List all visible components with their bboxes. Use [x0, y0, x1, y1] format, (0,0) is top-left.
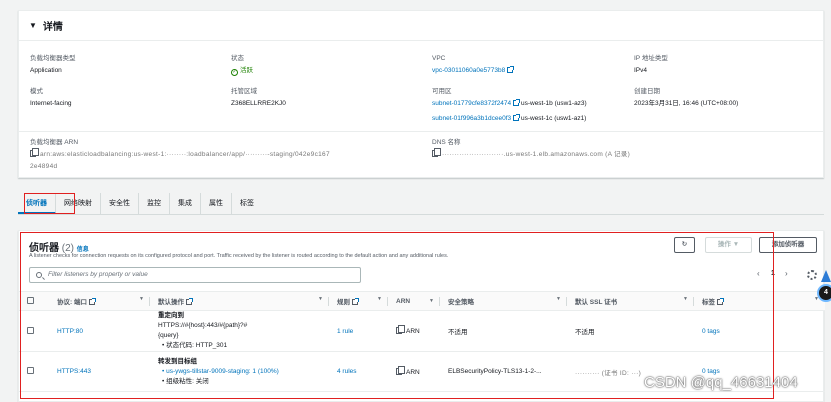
dns-value: ·························.us-west-1.elb.…	[442, 151, 631, 158]
check-circle-icon: ✓	[231, 69, 238, 76]
tab-security[interactable]: 安全性	[101, 193, 139, 214]
tab-tags[interactable]: 标签	[232, 193, 262, 214]
dns-field: DNS 名称 ·························.us-west…	[432, 138, 630, 159]
lb-type-label: 负载均衡器类型	[30, 55, 76, 62]
vpc-link[interactable]: vpc-03011060a0e5773b8	[432, 67, 505, 74]
arrow-icon	[821, 270, 831, 282]
scheme-value: Internet-facing	[30, 100, 72, 107]
arn-value: arn:aws:elasticloadbalancing:us-west-1:·…	[40, 151, 330, 158]
status-field: 状态 ✓ 活跃	[231, 54, 253, 76]
created-field: 创建日期 2023年3月31日, 16:46 (UTC+08:00)	[634, 87, 738, 108]
created-value: 2023年3月31日, 16:46 (UTC+08:00)	[634, 100, 739, 107]
copy-icon[interactable]	[432, 148, 441, 157]
status-value: 活跃	[240, 67, 253, 74]
lb-type-value: Application	[30, 67, 62, 74]
tab-monitoring[interactable]: 监控	[139, 193, 170, 214]
subnet-link[interactable]: subnet-01779cfe8372f2474	[432, 100, 511, 107]
vpc-field: VPC vpc-03011060a0e5773b8	[432, 54, 515, 75]
dns-label: DNS 名称	[432, 139, 461, 146]
lb-type-field: 负载均衡器类型 Application	[30, 54, 76, 75]
az-name: us-west-1c (usw1-az1)	[520, 115, 587, 122]
vpc-label: VPC	[432, 55, 446, 62]
hosted-zone-label: 托管区域	[231, 88, 257, 95]
external-link-icon[interactable]	[513, 114, 521, 121]
hosted-zone-field: 托管区域 Z368ELLRRE2KJ0	[231, 87, 286, 108]
next-page-icon[interactable]: ›	[785, 269, 788, 278]
floating-widget[interactable]: 4	[815, 270, 831, 330]
subnet-link[interactable]: subnet-01f996a3b1dcee0f3	[432, 115, 511, 122]
external-link-icon[interactable]	[507, 66, 515, 73]
arn-field: 负载均衡器 ARN arn:aws:elasticloadbalancing:u…	[30, 138, 330, 171]
widget-badge: 4	[817, 284, 831, 302]
scheme-label: 模式	[30, 88, 43, 95]
details-title: 详情	[42, 22, 63, 33]
add-listener-label: 添加侦听器	[771, 241, 805, 248]
arn-value-cont: 2e4894d	[30, 163, 58, 170]
details-divider	[18, 131, 824, 132]
status-label: 状态	[231, 55, 244, 62]
ip-type-field: IP 地址类型 IPv4	[634, 54, 668, 75]
arn-label: 负载均衡器 ARN	[30, 139, 79, 146]
created-label: 创建日期	[634, 88, 660, 95]
ip-type-label: IP 地址类型	[634, 55, 668, 62]
tab-bar: 侦听器 网络映射 安全性 监控 集成 属性 标签	[18, 193, 824, 215]
az-label: 可用区	[432, 88, 452, 95]
scheme-field: 模式 Internet-facing	[30, 87, 72, 108]
hosted-zone-value: Z368ELLRRE2KJ0	[231, 100, 286, 107]
watermark: CSDN @qq_46631404	[644, 374, 798, 391]
tab-attributes[interactable]: 属性	[201, 193, 232, 214]
caret-down-icon[interactable]: ▼	[29, 21, 37, 30]
details-header[interactable]: ▼ 详情	[19, 11, 823, 41]
external-link-icon[interactable]	[513, 99, 521, 106]
az-name: us-west-1b (usw1-az3)	[520, 100, 587, 107]
ip-type-value: IPv4	[634, 67, 648, 74]
highlight-box	[24, 193, 75, 214]
copy-icon[interactable]	[30, 148, 39, 157]
az-field: 可用区 subnet-01779cfe8372f2474 us-west-1b …	[432, 87, 587, 123]
tab-integrations[interactable]: 集成	[170, 193, 201, 214]
